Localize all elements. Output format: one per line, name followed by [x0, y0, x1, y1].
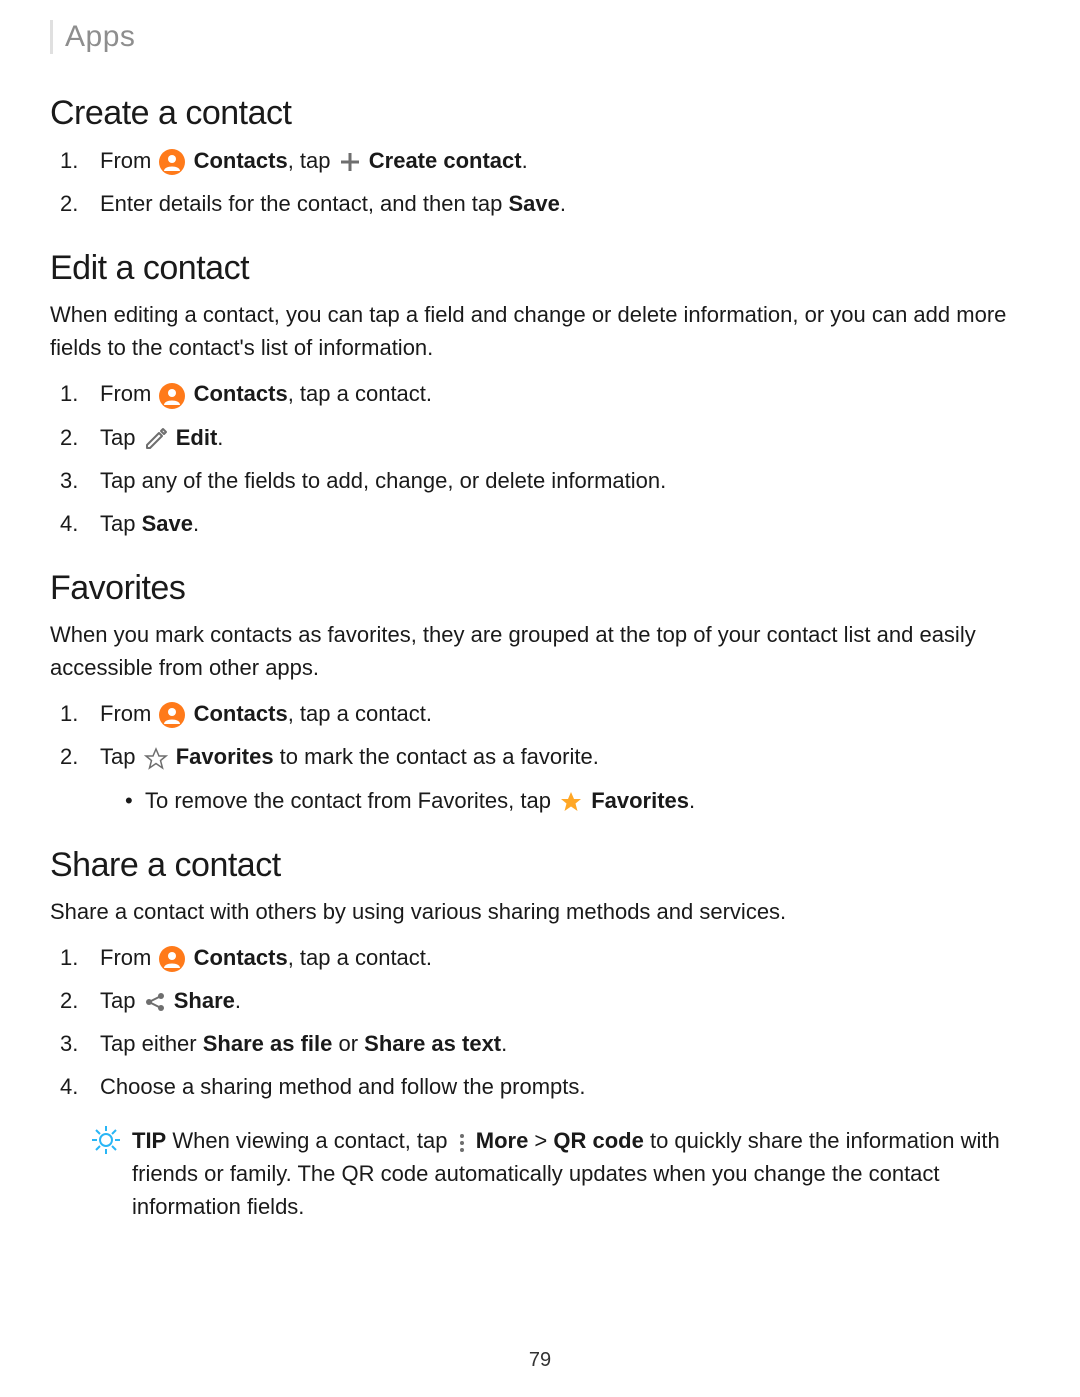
star-filled-icon — [559, 790, 583, 814]
list-item: 2. Tap Favorites to mark the contact as … — [90, 739, 1020, 817]
section-heading-edit: Edit a contact — [50, 249, 1020, 288]
tip-block: TIP When viewing a contact, tap More > Q… — [50, 1124, 1020, 1223]
tip-text: QR code — [553, 1128, 643, 1153]
step-text: . — [235, 988, 241, 1013]
list-item: 1. From Contacts, tap a contact. — [90, 376, 1020, 411]
step-text: Choose a sharing method and follow the p… — [100, 1074, 586, 1099]
page-header: Apps — [50, 20, 1020, 54]
tip-text: When viewing a contact, tap — [166, 1128, 447, 1153]
list-item: 3. Tap either Share as file or Share as … — [90, 1026, 1020, 1061]
step-number: 2. — [60, 739, 78, 774]
step-number: 3. — [60, 1026, 78, 1061]
step-number: 1. — [60, 376, 78, 411]
step-text: . — [522, 148, 528, 173]
step-text: or — [332, 1031, 364, 1056]
list-item: 3. Tap any of the fields to add, change,… — [90, 463, 1020, 498]
step-text: Create contact — [369, 148, 522, 173]
step-number: 2. — [60, 186, 78, 221]
tip-text: More — [476, 1128, 529, 1153]
steps-favorites: 1. From Contacts, tap a contact. 2. Tap … — [50, 696, 1020, 818]
steps-edit: 1. From Contacts, tap a contact. 2. Tap … — [50, 376, 1020, 541]
step-text: , tap a contact. — [288, 945, 432, 970]
step-text: , tap a contact. — [288, 701, 432, 726]
list-item: 1. From Contacts, tap a contact. — [90, 940, 1020, 975]
step-text: From — [100, 945, 151, 970]
step-text: Tap — [100, 744, 135, 769]
list-item: 1. From Contacts, tap a contact. — [90, 696, 1020, 731]
contacts-icon — [159, 149, 185, 175]
step-text: . — [193, 511, 199, 536]
list-item: 2. Enter details for the contact, and th… — [90, 186, 1020, 221]
step-text: Save — [142, 511, 193, 536]
contacts-icon — [159, 702, 185, 728]
list-item: 4. Tap Save. — [90, 506, 1020, 541]
list-item: 2. Tap Edit. — [90, 420, 1020, 455]
step-text: Contacts — [194, 381, 288, 406]
step-text: Tap — [100, 988, 135, 1013]
tip-text: > — [528, 1128, 553, 1153]
step-number: 2. — [60, 983, 78, 1018]
tip-lightbulb-icon — [92, 1126, 120, 1154]
step-text: Tap — [100, 425, 135, 450]
contacts-icon — [159, 383, 185, 409]
step-number: 1. — [60, 143, 78, 178]
step-text: . — [560, 191, 566, 216]
section-heading-create: Create a contact — [50, 94, 1020, 133]
star-outline-icon — [144, 747, 168, 771]
step-text: . — [217, 425, 223, 450]
step-text: From — [100, 148, 151, 173]
steps-share: 1. From Contacts, tap a contact. 2. Tap … — [50, 940, 1020, 1105]
step-number: 1. — [60, 940, 78, 975]
step-number: 3. — [60, 463, 78, 498]
tip-label: TIP — [132, 1128, 166, 1153]
step-text: From — [100, 701, 151, 726]
list-item: 1. From Contacts, tap Create contact. — [90, 143, 1020, 178]
step-text: Tap — [100, 511, 142, 536]
section-intro-edit: When editing a contact, you can tap a fi… — [50, 298, 1020, 364]
step-number: 4. — [60, 506, 78, 541]
step-text: To remove the contact from Favorites, ta… — [145, 788, 551, 813]
step-number: 1. — [60, 696, 78, 731]
section-intro-share: Share a contact with others by using var… — [50, 895, 1020, 928]
steps-create: 1. From Contacts, tap Create contact. 2.… — [50, 143, 1020, 221]
section-intro-favorites: When you mark contacts as favorites, the… — [50, 618, 1020, 684]
step-text: Enter details for the contact, and then … — [100, 191, 508, 216]
step-text: Tap either — [100, 1031, 203, 1056]
step-text: . — [501, 1031, 507, 1056]
step-text: Save — [508, 191, 559, 216]
step-text: Contacts — [194, 945, 288, 970]
step-text: Share as file — [203, 1031, 333, 1056]
list-item: To remove the contact from Favorites, ta… — [130, 783, 1020, 818]
step-text: Favorites — [591, 788, 689, 813]
section-heading-favorites: Favorites — [50, 569, 1020, 608]
page-number: 79 — [0, 1349, 1080, 1372]
list-item: 4. Choose a sharing method and follow th… — [90, 1069, 1020, 1104]
step-text: to mark the contact as a favorite. — [274, 744, 599, 769]
step-text: Share — [174, 988, 235, 1013]
step-text: , tap — [288, 148, 331, 173]
share-icon — [144, 991, 166, 1013]
pencil-icon — [144, 427, 168, 451]
step-text: . — [689, 788, 695, 813]
step-number: 4. — [60, 1069, 78, 1104]
sub-list: To remove the contact from Favorites, ta… — [100, 783, 1020, 818]
step-text: Contacts — [194, 148, 288, 173]
step-text: From — [100, 381, 151, 406]
step-text: Share as text — [364, 1031, 501, 1056]
step-number: 2. — [60, 420, 78, 455]
contacts-icon — [159, 946, 185, 972]
step-text: Contacts — [194, 701, 288, 726]
tip-content: TIP When viewing a contact, tap More > Q… — [132, 1124, 1020, 1223]
list-item: 2. Tap Share. — [90, 983, 1020, 1018]
step-text: Edit — [176, 425, 218, 450]
step-text: , tap a contact. — [288, 381, 432, 406]
section-heading-share: Share a contact — [50, 846, 1020, 885]
page-header-title: Apps — [65, 20, 1020, 54]
step-text: Favorites — [176, 744, 274, 769]
step-text: Tap any of the fields to add, change, or… — [100, 468, 666, 493]
more-dots-icon — [456, 1132, 468, 1154]
plus-icon — [339, 151, 361, 173]
